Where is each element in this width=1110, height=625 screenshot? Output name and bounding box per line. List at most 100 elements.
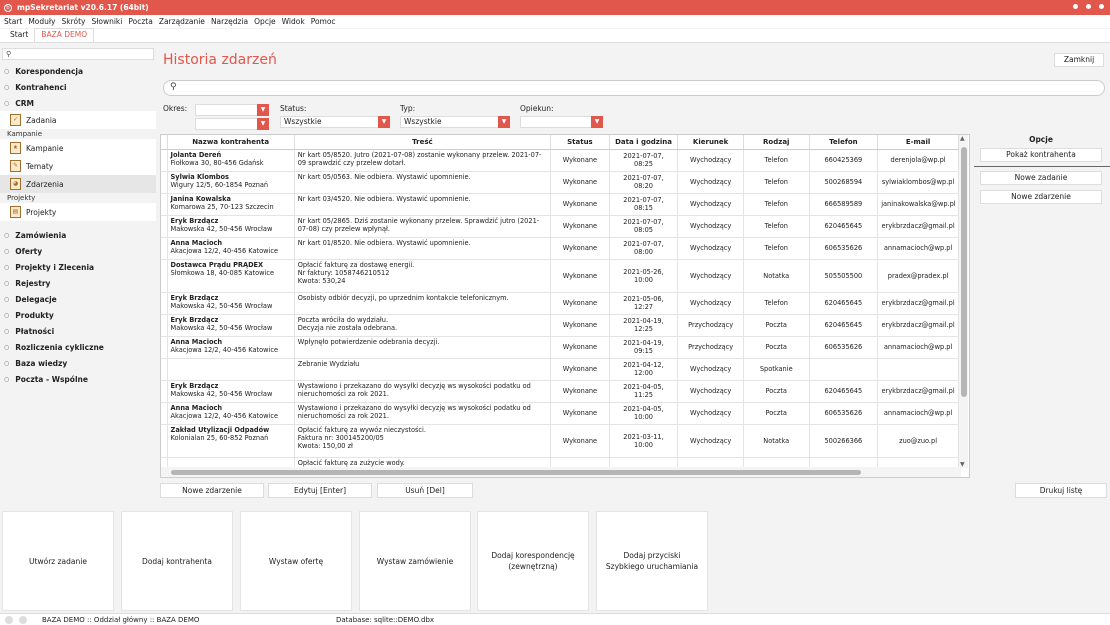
sidebar-section-kontrahenci[interactable]: ○ Kontrahenci: [0, 79, 156, 95]
sidebar-section-delegacje[interactable]: ○ Delegacje: [0, 291, 156, 307]
event-content: Nr kart 03/4520. Nie odbiera. Wystawić u…: [297, 194, 471, 203]
table-row[interactable]: Anna Macioch Akacjowa 12/2, 40-456 Katowi…: [161, 402, 959, 425]
sidebar-item-zdarzenia[interactable]: ◕ Zdarzenia: [0, 175, 156, 193]
sidebar-section-platnosci[interactable]: ○ Płatności: [0, 323, 156, 339]
cell-content: Nr kart 05/0563. Nie odbiera. Wystawić u…: [294, 171, 552, 194]
menu-zarzadzanie[interactable]: Zarządzanie: [159, 17, 205, 26]
sidebar-section-rejestry[interactable]: ○ Rejestry: [0, 275, 156, 291]
column-header-date[interactable]: Data i godzina: [609, 135, 679, 150]
tab-baza-demo[interactable]: BAZA DEMO: [34, 28, 95, 42]
sidebar-item-projekty[interactable]: ▤ Projekty: [0, 203, 156, 221]
scrollbar-thumb[interactable]: [961, 147, 967, 397]
sidebar-section-projekty-zlecenia[interactable]: ○ Projekty i Zlecenia: [0, 259, 156, 275]
tile-create-task[interactable]: Utwórz zadanie: [2, 511, 114, 611]
delete-button[interactable]: Usuń [Del]: [377, 483, 473, 498]
tile-create-order[interactable]: Wystaw zamówienie: [359, 511, 471, 611]
menu-pomoc[interactable]: Pomoc: [311, 17, 336, 26]
close-button[interactable]: Zamknij: [1054, 53, 1104, 67]
chevron-right-icon: ○: [4, 311, 10, 319]
cell-kind: Telefon: [743, 193, 810, 216]
table-row[interactable]: Zakład Utylizacji Odpadów Kolonialan 25, …: [161, 424, 959, 458]
filter-opiekun-select[interactable]: ▼: [520, 116, 603, 128]
sidebar-section-produkty[interactable]: ○ Produkty: [0, 307, 156, 323]
cell-status: Wykonane: [550, 314, 610, 337]
new-event-button[interactable]: Nowe zdarzenie: [160, 483, 264, 498]
menu-slowniki[interactable]: Słowniki: [91, 17, 122, 26]
table-row[interactable]: Anna Macioch Akacjowa 12/2, 40-456 Katowi…: [161, 237, 959, 260]
column-header-email[interactable]: E-mail: [877, 135, 959, 150]
filter-status-select[interactable]: Wszystkie ▼: [280, 116, 390, 128]
menu-skroty[interactable]: Skróty: [61, 17, 85, 26]
table-row[interactable]: Anna Macioch Akacjowa 12/2, 40-456 Katowi…: [161, 336, 959, 359]
column-header-status[interactable]: Status: [550, 135, 610, 150]
chevron-down-icon[interactable]: ▼: [257, 104, 269, 116]
filter-okres-label: Okres:: [163, 104, 188, 113]
cell-kind: Notatka: [743, 259, 810, 293]
sidebar-section-baza-wiedzy[interactable]: ○ Baza wiedzy: [0, 355, 156, 371]
contractor-name: Eryk Brzdącz: [170, 293, 219, 302]
new-task-button[interactable]: Nowe zadanie: [980, 171, 1102, 185]
sidebar-item-kampanie[interactable]: ★ Kampanie: [0, 139, 156, 157]
cell-direction: Wychodzący: [677, 424, 744, 458]
main-search-input[interactable]: ⚲: [163, 80, 1105, 96]
status-indicator-icon: [5, 615, 13, 624]
menu-start[interactable]: Start: [4, 17, 22, 26]
table-row[interactable]: Janina Kowalska Komarowa 25, 70-123 Szcze…: [161, 193, 959, 216]
table-row[interactable]: Zebranie Wydziału Wykonane 2021-04-12, 12:…: [161, 358, 959, 381]
sidebar-section-poczta-wspolne[interactable]: ○ Poczta - Wspólne: [0, 371, 156, 387]
show-contractor-button[interactable]: Pokaż kontrahenta: [980, 148, 1102, 162]
table-row[interactable]: Sylwia Klombos Wigury 12/5, 60-1854 Pozna…: [161, 171, 959, 194]
chevron-down-icon[interactable]: ▼: [498, 116, 510, 128]
cell-contractor: Anna Macioch Akacjowa 12/2, 40-456 Katowi…: [167, 237, 295, 260]
sidebar-section-korespondencja[interactable]: ○ Korespondencja: [0, 63, 156, 79]
table-row[interactable]: Dostawca Prądu PRĄDEX Słomkowa 18, 40-085…: [161, 259, 959, 293]
sidebar-section-zamowienia[interactable]: ○ Zamówienia: [0, 227, 156, 243]
column-header-kind[interactable]: Rodzaj: [743, 135, 810, 150]
tile-create-offer[interactable]: Wystaw ofertę: [240, 511, 352, 611]
tile-add-correspondence[interactable]: Dodaj korespondencję (zewnętrzną): [477, 511, 589, 611]
cell-phone: 505505500: [809, 259, 879, 293]
column-header-phone[interactable]: Telefon: [809, 135, 879, 150]
table-row[interactable]: Jolanta Dereń Fiołkowa 30, 80-456 Gdańsk N…: [161, 149, 959, 172]
filter-okres-from[interactable]: ▼: [195, 104, 269, 116]
new-event-side-button[interactable]: Nowe zdarzenie: [980, 190, 1102, 204]
sidebar-item-tematy[interactable]: ✎ Tematy: [0, 157, 156, 175]
menu-moduly[interactable]: Moduły: [28, 17, 55, 26]
column-header-direction[interactable]: Kierunek: [677, 135, 744, 150]
menu-opcje[interactable]: Opcje: [254, 17, 276, 26]
filter-typ-select[interactable]: Wszystkie ▼: [400, 116, 510, 128]
sidebar-section-oferty[interactable]: ○ Oferty: [0, 243, 156, 259]
event-date: 2021-07-07, 08:05: [623, 218, 664, 234]
print-list-button[interactable]: Drukuj listę: [1015, 483, 1107, 498]
horizontal-scrollbar[interactable]: [161, 467, 961, 477]
chevron-down-icon[interactable]: ▼: [378, 116, 390, 128]
table-row[interactable]: Eryk Brzdącz Makowska 42, 50-456 Wrocław O…: [161, 292, 959, 315]
scroll-up-icon[interactable]: ▲: [960, 135, 965, 142]
vertical-scrollbar[interactable]: ▲ ▼: [959, 135, 968, 468]
column-header-content[interactable]: Treść: [294, 135, 552, 150]
table-row[interactable]: Eryk Brzdącz Makowska 42, 50-456 Wrocław N…: [161, 215, 959, 238]
chevron-right-icon: ○: [4, 343, 10, 351]
tile-add-contractor[interactable]: Dodaj kontrahenta: [121, 511, 233, 611]
event-date: 2021-04-12, 12:00: [623, 361, 664, 377]
sidebar-item-zadania[interactable]: ✓ Zadania: [0, 111, 156, 129]
sidebar-search-input[interactable]: ⚲: [2, 48, 154, 60]
menu-poczta[interactable]: Poczta: [128, 17, 152, 26]
table-row[interactable]: Eryk Brzdącz Makowska 42, 50-456 Wrocław W…: [161, 380, 959, 403]
menu-narzedzia[interactable]: Narzędzia: [211, 17, 248, 26]
maximize-icon[interactable]: [1086, 4, 1091, 9]
chevron-down-icon[interactable]: ▼: [257, 118, 269, 130]
sidebar-section-crm[interactable]: ○ CRM: [0, 95, 156, 111]
tab-start[interactable]: Start: [4, 29, 34, 42]
table-row[interactable]: Eryk Brzdącz Makowska 42, 50-456 Wrocław P…: [161, 314, 959, 337]
edit-button[interactable]: Edytuj [Enter]: [268, 483, 372, 498]
tile-add-quick-buttons[interactable]: Dodaj przyciski Szybkiego uruchamiania: [596, 511, 708, 611]
filter-okres-to[interactable]: ▼: [195, 118, 269, 130]
chevron-down-icon[interactable]: ▼: [591, 116, 603, 128]
column-header-name[interactable]: Nazwa kontrahenta: [167, 135, 295, 150]
scrollbar-thumb[interactable]: [171, 470, 861, 475]
minimize-icon[interactable]: [1073, 4, 1078, 9]
menu-widok[interactable]: Widok: [282, 17, 305, 26]
close-icon[interactable]: [1099, 4, 1104, 9]
sidebar-section-rozliczenia[interactable]: ○ Rozliczenia cykliczne: [0, 339, 156, 355]
